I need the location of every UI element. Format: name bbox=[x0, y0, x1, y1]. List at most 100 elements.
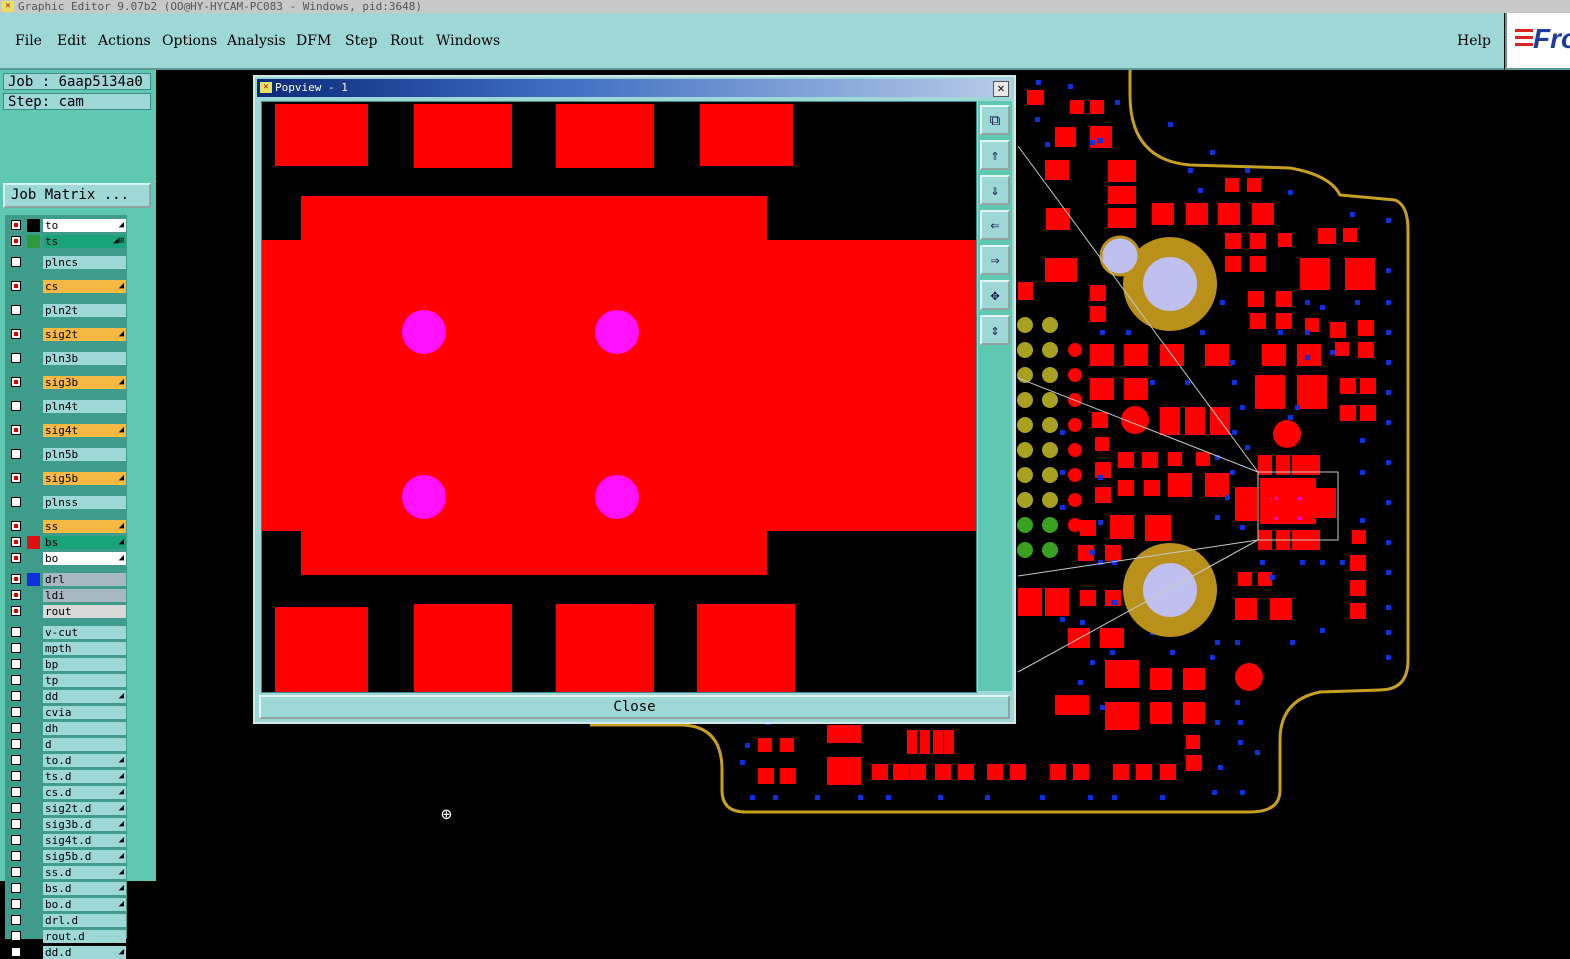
via-dot bbox=[1115, 100, 1120, 105]
via-dot bbox=[1245, 445, 1250, 450]
layer-label: bs.d bbox=[45, 882, 72, 895]
smd-pad bbox=[1050, 764, 1066, 780]
smd-pad bbox=[1345, 258, 1375, 290]
smd-pad bbox=[1105, 702, 1139, 730]
smd-pad bbox=[1225, 233, 1241, 249]
layer-row[interactable]: drl.d bbox=[8, 914, 126, 927]
arrow-up-icon[interactable]: ⇑ bbox=[980, 140, 1010, 170]
smd-pad bbox=[1260, 478, 1316, 524]
smd-pad bbox=[1262, 344, 1286, 366]
zoom-in-icon[interactable]: ✥ bbox=[980, 280, 1010, 310]
via-dot bbox=[1320, 305, 1325, 310]
via-dot bbox=[1305, 330, 1310, 335]
layer-row[interactable]: rout.d bbox=[8, 930, 126, 943]
via-pad bbox=[1042, 517, 1058, 533]
via-dot bbox=[1168, 122, 1173, 127]
smd-pad bbox=[1360, 405, 1376, 421]
layer-name[interactable]: dd.d ◢ bbox=[43, 946, 126, 959]
layer-row[interactable]: bs.d ◢ bbox=[8, 882, 126, 895]
via-dot bbox=[1188, 168, 1193, 173]
via-pad bbox=[1017, 342, 1033, 358]
smd-pad bbox=[1186, 735, 1200, 749]
smd-pad bbox=[1258, 572, 1272, 586]
smd-pad bbox=[1225, 256, 1241, 272]
via-dot bbox=[1220, 300, 1225, 305]
via-dot bbox=[1386, 570, 1391, 575]
via-dot bbox=[1170, 650, 1175, 655]
smd-pad bbox=[1105, 545, 1121, 561]
smd-pad bbox=[1183, 702, 1205, 724]
smd-pad bbox=[1090, 378, 1114, 400]
via-dot bbox=[1386, 500, 1391, 505]
via-dot bbox=[1386, 540, 1391, 545]
layer-name[interactable]: bs.d ◢ bbox=[43, 882, 126, 895]
layer-row[interactable]: bo.d ◢ bbox=[8, 898, 126, 911]
smd-pad bbox=[1073, 764, 1089, 780]
smd-pad bbox=[780, 768, 796, 784]
smd-pad bbox=[1055, 695, 1089, 715]
layer-checkbox[interactable] bbox=[11, 883, 21, 893]
arrow-down-icon[interactable]: ⇓ bbox=[980, 175, 1010, 205]
via-dot bbox=[1260, 560, 1265, 565]
smd-pad bbox=[1358, 342, 1374, 358]
zoom-window-icon[interactable]: ⧉ bbox=[980, 105, 1010, 135]
layer-name[interactable]: drl.d bbox=[43, 914, 126, 927]
layer-label: dd.d bbox=[45, 946, 72, 959]
via-dot bbox=[1035, 117, 1040, 122]
smd-pad bbox=[1310, 488, 1336, 518]
via-dot bbox=[1150, 380, 1155, 385]
via-pad bbox=[1042, 417, 1058, 433]
smd-pad bbox=[1278, 233, 1292, 247]
smd-pad bbox=[1136, 764, 1152, 780]
smd-pad bbox=[1118, 480, 1134, 496]
zoom-out-icon[interactable]: ⇕ bbox=[980, 315, 1010, 345]
popview-titlebar[interactable]: ✕ Popview - 1 ✕ bbox=[257, 79, 1012, 97]
smd-pad bbox=[1080, 590, 1096, 606]
smd-pad bbox=[1183, 668, 1205, 690]
round-pad bbox=[1068, 468, 1082, 482]
smd-pad bbox=[1144, 480, 1160, 496]
via-dot bbox=[750, 795, 755, 800]
via-dot bbox=[858, 795, 863, 800]
via-dot bbox=[1210, 150, 1215, 155]
arrow-right-icon[interactable]: ⇒ bbox=[980, 245, 1010, 275]
drill-hit bbox=[595, 475, 639, 519]
via-dot bbox=[1235, 700, 1240, 705]
via-pad bbox=[1042, 317, 1058, 333]
via-dot bbox=[1386, 330, 1391, 335]
arrow-left-icon[interactable]: ⇐ bbox=[980, 210, 1010, 240]
popview-canvas[interactable] bbox=[261, 101, 977, 693]
smd-pad bbox=[1055, 127, 1076, 147]
via-dot bbox=[1295, 405, 1300, 410]
via-dot bbox=[1040, 795, 1045, 800]
smd-pad bbox=[1352, 530, 1366, 544]
via-dot bbox=[1386, 360, 1391, 365]
layer-name[interactable]: bo.d ◢ bbox=[43, 898, 126, 911]
layer-checkbox[interactable] bbox=[11, 947, 21, 957]
layer-edit-icon: ◢ bbox=[118, 947, 124, 957]
via-dot bbox=[1278, 330, 1283, 335]
layer-checkbox[interactable] bbox=[11, 915, 21, 925]
close-icon[interactable]: ✕ bbox=[993, 81, 1009, 97]
via-dot bbox=[1098, 520, 1103, 525]
layer-checkbox[interactable] bbox=[11, 931, 21, 941]
round-pad bbox=[1068, 418, 1082, 432]
via-dot bbox=[1386, 420, 1391, 425]
via-dot bbox=[1210, 655, 1215, 660]
via-dot bbox=[1320, 560, 1325, 565]
round-pad bbox=[1273, 420, 1301, 448]
via-pad bbox=[1042, 342, 1058, 358]
smd-pad bbox=[1108, 208, 1136, 228]
layer-checkbox[interactable] bbox=[11, 899, 21, 909]
smd-pad bbox=[1090, 306, 1106, 322]
smd-pad bbox=[1350, 580, 1366, 596]
layer-row[interactable]: dd.d ◢ bbox=[8, 946, 126, 959]
via-dot bbox=[1225, 495, 1230, 500]
via-dot bbox=[1386, 390, 1391, 395]
layer-name[interactable]: rout.d bbox=[43, 930, 126, 943]
via-pad bbox=[1042, 442, 1058, 458]
smd-pad bbox=[1018, 588, 1042, 616]
smd-pad bbox=[1108, 186, 1136, 204]
drill-hit bbox=[595, 310, 639, 354]
popview-close-button[interactable]: Close bbox=[259, 695, 1010, 719]
